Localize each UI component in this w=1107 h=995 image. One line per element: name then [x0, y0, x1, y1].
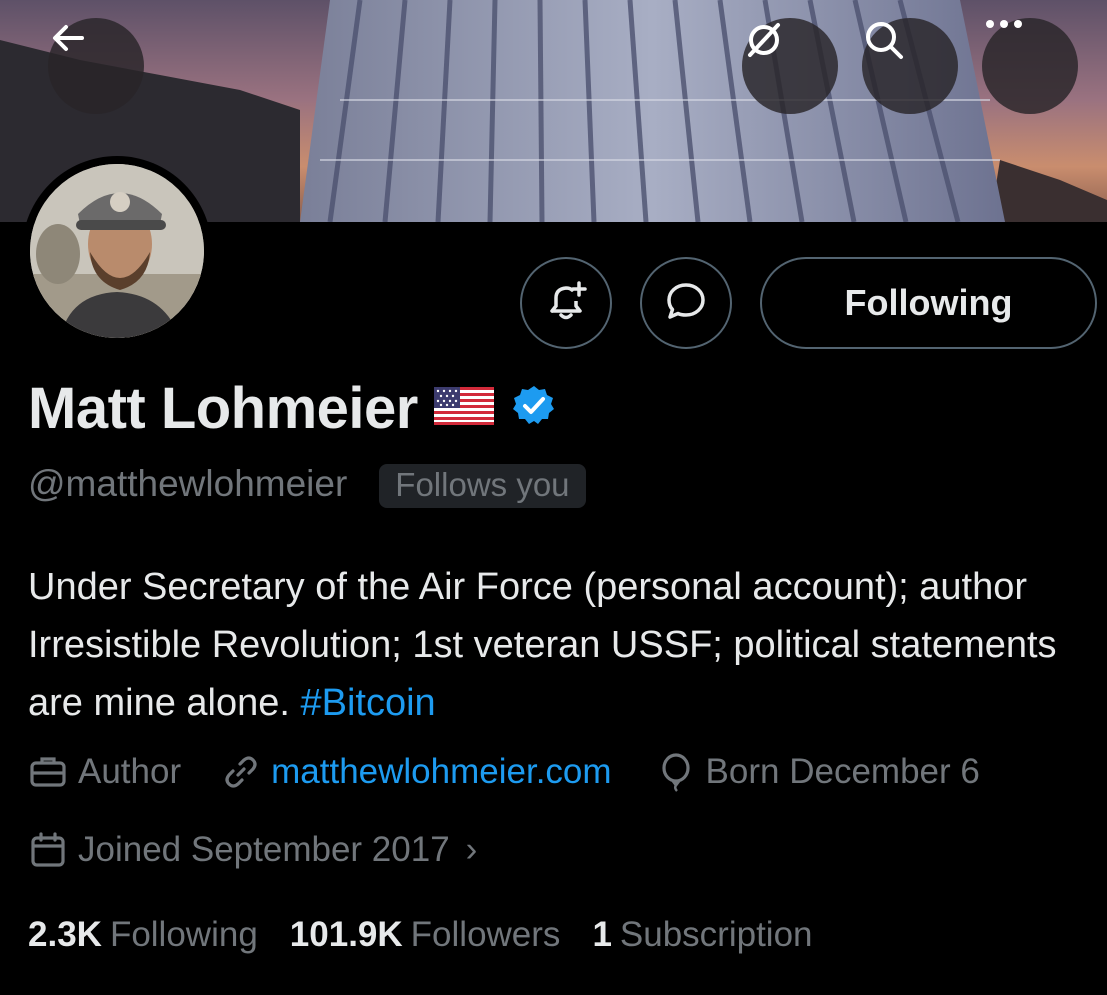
followers-stat[interactable]: 101.9K Followers [290, 915, 561, 955]
handle-row: @matthewlohmeier Follows you [28, 460, 586, 508]
following-count: 2.3K [28, 915, 102, 954]
handle: @matthewlohmeier [28, 463, 348, 504]
joined-row[interactable]: Joined September 2017 › [28, 830, 477, 870]
calendar-icon [28, 830, 78, 870]
following-button[interactable]: Following [760, 257, 1097, 349]
message-bubble-icon [662, 277, 710, 330]
website-item[interactable]: matthewlohmeier.com [221, 752, 612, 792]
message-button[interactable] [640, 257, 732, 349]
subscription-count: 1 [592, 915, 612, 954]
following-stat-label: Following [109, 915, 258, 954]
bio-hashtag-link[interactable]: #Bitcoin [301, 682, 436, 724]
birthday-item: Born December 6 [656, 752, 980, 792]
bell-plus-icon [542, 277, 590, 330]
subscription-stat[interactable]: 1 Subscription [592, 915, 812, 955]
us-flag-icon [433, 386, 494, 430]
website-link[interactable]: matthewlohmeier.com [271, 752, 611, 792]
joined-label: Joined September 2017 [78, 830, 450, 869]
followers-count: 101.9K [289, 915, 403, 954]
avatar[interactable] [30, 164, 204, 338]
follows-you-badge: Follows you [379, 464, 586, 508]
bio-text: Under Secretary of the Air Force (person… [28, 566, 1057, 724]
chevron-right-icon: › [465, 830, 478, 869]
more-button[interactable] [982, 18, 1078, 114]
name-row: Matt Lohmeier [28, 372, 556, 444]
avatar-image [30, 164, 204, 338]
link-icon [221, 752, 271, 792]
briefcase-icon [28, 752, 78, 792]
followers-stat-label: Followers [410, 915, 561, 954]
joined-item[interactable]: Joined September 2017 › [28, 830, 477, 870]
display-name: Matt Lohmeier [28, 375, 418, 441]
profession-item: Author [28, 752, 181, 792]
balloon-icon [656, 752, 706, 792]
bio: Under Secretary of the Air Force (person… [28, 558, 1088, 732]
profile-stats: 2.3K Following 101.9K Followers 1 Subscript… [28, 915, 845, 955]
notifications-button[interactable] [520, 257, 612, 349]
verified-badge-icon[interactable] [512, 384, 556, 433]
profession-label: Author [78, 752, 182, 791]
grok-button[interactable] [742, 18, 838, 114]
profile-meta-row: Author matthewlohmeier.com Born December… [28, 752, 980, 792]
search-button[interactable] [862, 18, 958, 114]
back-button[interactable] [48, 18, 144, 114]
avatar-frame[interactable] [22, 156, 212, 346]
following-stat[interactable]: 2.3K Following [28, 915, 258, 955]
subscription-stat-label: Subscription [619, 915, 813, 954]
birthday-label: Born December 6 [705, 752, 980, 791]
